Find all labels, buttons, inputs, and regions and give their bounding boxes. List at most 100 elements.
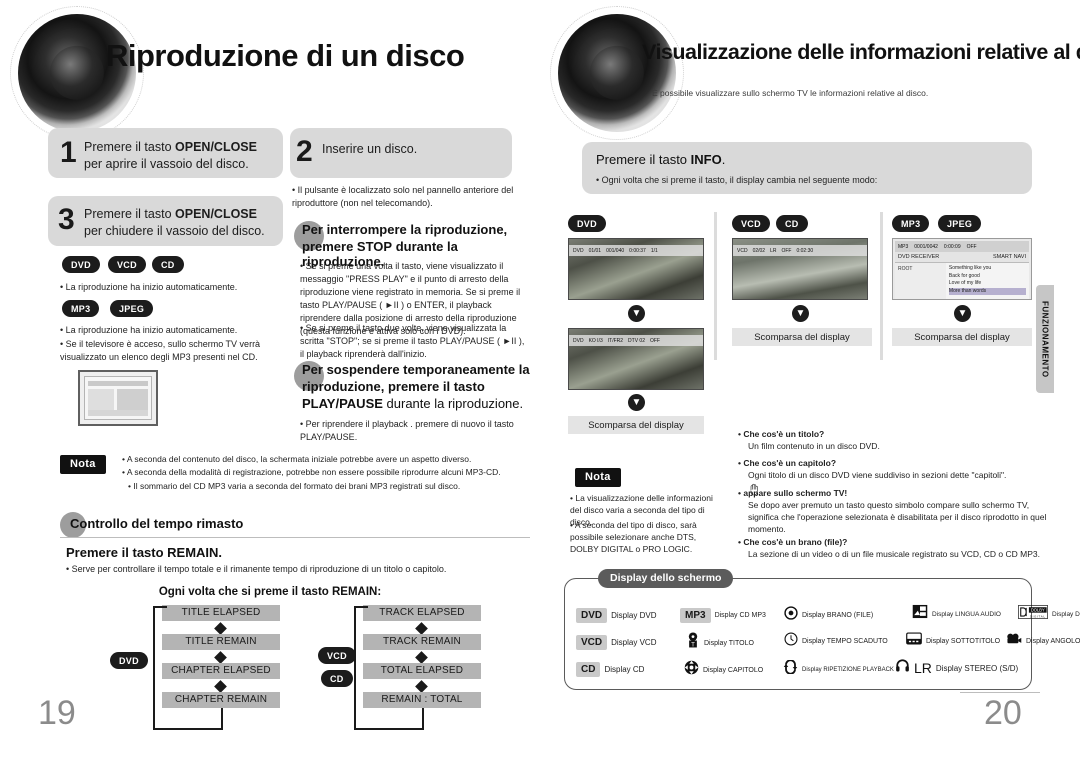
flow-dvd-diamond-3 (214, 680, 227, 693)
info-heading-post: . (721, 152, 726, 167)
step-3-line1-pre: Premere il tasto (84, 207, 176, 221)
legend-label-track: Display BRANO (FILE) (802, 612, 874, 619)
osd1-chapter-num: 001/040 (606, 247, 625, 254)
step-1-line1-pre: Premere il tasto (84, 140, 176, 154)
faq-a-1: Un film contenuto in un disco DVD. (748, 441, 880, 451)
osd2-disc-type: DVD (573, 337, 584, 344)
step-1-line2: per aprire il vassoio del disco. (84, 156, 249, 171)
badges-row2-note-1: • La riproduzione ha inizio automaticame… (60, 325, 238, 335)
remain-heading-text: Controllo del tempo rimasto (70, 516, 244, 531)
flow-dvd-loop-up (153, 606, 155, 730)
flow-vcd-diamond-3 (415, 680, 428, 693)
legend-label-vcd: Display VCD (611, 638, 657, 647)
col2-osd-stereo: LR (770, 247, 777, 254)
badge-jpeg-1: JPEG (110, 300, 154, 317)
section-pause-line3-post: durante la riproduzione. (382, 396, 524, 411)
legend-label-angle: Display ANGOLO (1026, 637, 1080, 645)
flow-dvd-loop-bottom (153, 728, 223, 730)
col3-arrow-1: ▼ (954, 305, 971, 322)
col3-osd-bar: MP3 0001/0042 0:00:09 OFF (895, 241, 1029, 252)
flow-vcd-diamond-1 (415, 622, 428, 635)
nota-item-right-2: • A seconda del tipo di disco, sarà poss… (570, 520, 697, 555)
legend-label-dolby: Display DOLBY DIGITAL (1052, 611, 1080, 618)
osd2-subtitle: IT/FR2 (607, 337, 624, 344)
column-separator-1 (714, 212, 717, 360)
step-2-text: Inserire un disco. (322, 142, 418, 156)
flow-vcd-diamond-2 (415, 651, 428, 664)
flow-vcd-step-4: REMAIN : TOTAL (363, 692, 481, 708)
flow-badge-cd: CD (321, 670, 353, 687)
col1-arrow-2: ▼ (628, 394, 645, 411)
osd1-angle: 1/1 (650, 247, 658, 254)
col2-tv-screenshot-1: VCD 02/02 LR OFF 0:02:30 (732, 238, 868, 300)
legend-label-chapter: Display CAPITOLO (703, 666, 764, 674)
legend-item-dolby: DOLBY DIGITAL Display DOLBY DIGITAL (1018, 605, 1080, 624)
section-stop-heading: Per interrompere la riproduzione, premer… (294, 221, 532, 269)
nota-item-left-1: • A seconda del contenuto del disco, la … (122, 454, 472, 464)
step-3-text: Premere il tasto OPEN/CLOSE per chiudere… (84, 206, 282, 239)
chapter-icon (684, 660, 699, 680)
dvd-chip-icon: DVD (576, 608, 608, 623)
legend-item-angle: Display ANGOLO (1006, 632, 1080, 650)
flow-badge-vcd: VCD (318, 647, 356, 664)
flow-dvd-step-1: TITLE ELAPSED (162, 605, 280, 621)
legend-item-repeat: Display RIPETIZIONE PLAYBACK (783, 659, 894, 679)
flow-dvd-step-2: TITLE REMAIN (162, 634, 280, 650)
legend-item-subtitle: Display SOTTOTITOLO (906, 632, 1000, 650)
col3-caption: Scomparsa del display (892, 328, 1032, 346)
side-tab-label: FUNZIONAMENTO (1040, 300, 1050, 378)
osd2-repeat: OFF (649, 337, 660, 344)
badges-row1-note: • La riproduzione ha inizio automaticame… (60, 282, 238, 292)
col1-tv-screenshot-2: DVD KO I/3 IT/FR2 DTV 02 OFF (568, 328, 704, 390)
remain-flow-title: Ogni volta che si preme il tasto REMAIN: (158, 586, 382, 598)
info-panel-heading: Premere il tasto INFO. (596, 152, 725, 167)
section-pause-line1: Per sospendere temporaneamente la (302, 362, 530, 377)
page-title-right: Visualizzazione delle informazioni relat… (642, 40, 1080, 64)
col1-badge-dvd: DVD (568, 215, 606, 232)
faq-q-4: • Che cos'è un brano (file)? (738, 537, 848, 547)
page-title-left: Riproduzione di un disco (106, 38, 465, 73)
col3-osd-repeat: OFF (966, 243, 977, 250)
flow-dvd-loop-top (153, 606, 167, 608)
legend-item-dvd: DVD Display DVD (576, 608, 656, 623)
col2-arrow-1: ▼ (792, 305, 809, 322)
col3-osd-time: 0:00:09 (943, 243, 961, 250)
section-pause-line2: riproduzione, premere il tasto (302, 379, 485, 394)
step-1-line1-bold: OPEN/CLOSE (175, 140, 257, 154)
mp3-list-thumbnail-inner (84, 376, 152, 420)
flow-vcd-loop-bottom (354, 728, 424, 730)
badge-cd-1: CD (152, 256, 184, 273)
nota-item-left-3: • Il sommario del CD MP3 varia a seconda… (128, 481, 461, 491)
legend-item-mp3: MP3 Display CD MP3 (680, 608, 766, 623)
nota-badge-right: Nota (575, 468, 621, 487)
mp3-chip-icon: MP3 (680, 608, 711, 623)
page-number-right-rule (960, 692, 1040, 693)
legend-label-dvd: Display DVD (611, 611, 657, 620)
section-pause-line3-bold: PLAY/PAUSE (302, 396, 383, 411)
col2-badge-cd: CD (776, 215, 808, 232)
vcd-chip-icon: VCD (576, 635, 608, 650)
osd1-disc-type: DVD (573, 247, 584, 254)
section-stop-bullet-2: • Se si preme il tasto due volte, viene … (300, 323, 525, 360)
flow-vcd-loop-up (354, 606, 356, 730)
cd-chip-icon: CD (576, 662, 601, 677)
col2-badge-vcd: VCD (732, 215, 770, 232)
mp3-list-thumbnail (78, 370, 158, 426)
info-heading-bold: INFO (690, 152, 722, 167)
flow-vcd-loop-down (422, 708, 424, 730)
section-stop-line2: premere STOP durante la riproduzione. (302, 239, 532, 269)
remain-bullet: • Serve per controllare il tempo totale … (66, 564, 447, 574)
headphones-lr-icon (895, 658, 910, 678)
page-number-right: 20 (984, 694, 1022, 732)
osd1-title-num: 01/01 (588, 247, 602, 254)
page-subtitle-right: È possibile visualizzare sullo schermo T… (652, 88, 929, 98)
track-target-icon (784, 606, 798, 625)
badge-dvd-1: DVD (62, 256, 100, 273)
flow-badge-dvd: DVD (110, 652, 148, 669)
section-pause-bullet-1: • Per riprendere il playback . premere d… (300, 419, 514, 443)
col3-mp3-track-2: Back for good (948, 272, 980, 279)
col1-caption: Scomparsa del display (568, 416, 704, 434)
step-3-number: 3 (58, 203, 75, 236)
step-1-number: 1 (60, 136, 77, 169)
badges-row2-note-2: • Se il televisore è acceso, sullo scher… (60, 339, 261, 363)
